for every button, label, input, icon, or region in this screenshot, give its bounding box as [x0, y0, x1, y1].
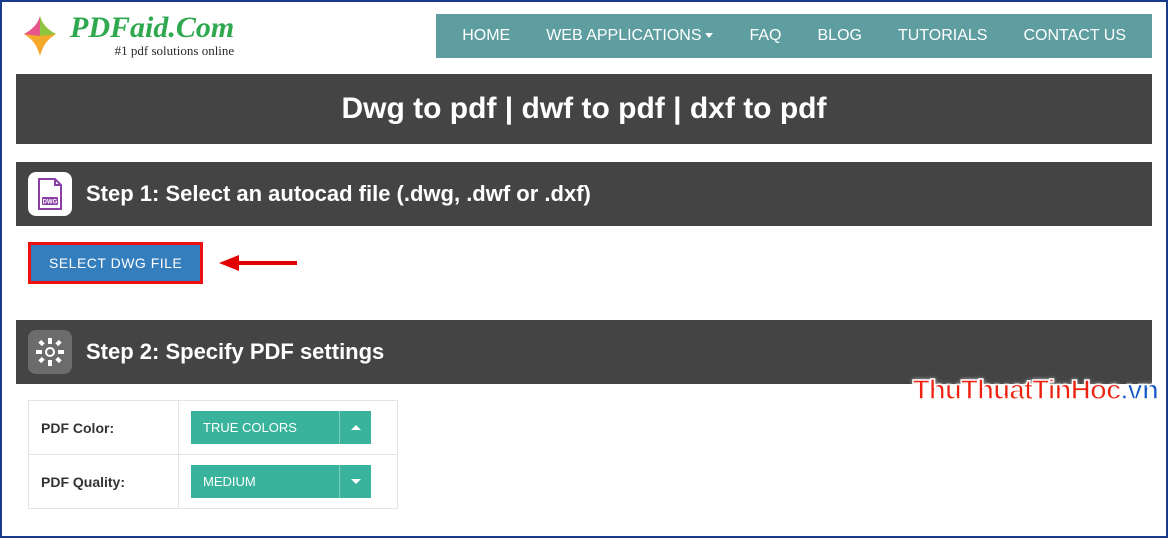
page-title: Dwg to pdf | dwf to pdf | dxf to pdf	[16, 74, 1152, 144]
nav-tutorials[interactable]: TUTORIALS	[880, 14, 1006, 58]
step1-heading: Step 1: Select an autocad file (.dwg, .d…	[86, 181, 591, 207]
select-dwg-button[interactable]: SELECT DWG FILE	[28, 242, 203, 284]
dwg-file-icon: DWG	[28, 172, 72, 216]
brand-name: PDFaid.Com	[70, 13, 234, 43]
leaf-icon	[16, 12, 64, 60]
settings-table: PDF Color: TRUE COLORS PDF Quality: MEDI…	[28, 400, 398, 509]
table-row: PDF Quality: MEDIUM	[29, 455, 398, 509]
table-row: PDF Color: TRUE COLORS	[29, 401, 398, 455]
pdf-quality-dropdown[interactable]: MEDIUM	[191, 465, 371, 498]
step2-panel: Step 2: Specify PDF settings PDF Color: …	[16, 320, 1152, 527]
pdf-color-label: PDF Color:	[29, 401, 179, 455]
step1-panel: DWG Step 1: Select an autocad file (.dwg…	[16, 162, 1152, 302]
svg-text:DWG: DWG	[43, 200, 58, 206]
annotation-arrow-icon	[219, 251, 299, 275]
nav-faq[interactable]: FAQ	[731, 14, 799, 58]
nav-webapps[interactable]: WEB APPLICATIONS	[528, 14, 731, 58]
chevron-down-icon	[705, 33, 713, 38]
step2-heading: Step 2: Specify PDF settings	[86, 339, 384, 365]
pdf-color-dropdown[interactable]: TRUE COLORS	[191, 411, 371, 444]
main-nav: HOME WEB APPLICATIONS FAQ BLOG TUTORIALS…	[436, 14, 1152, 58]
nav-contact[interactable]: CONTACT US	[1005, 14, 1144, 58]
site-logo[interactable]: PDFaid.Com #1 pdf solutions online	[16, 12, 316, 60]
brand-tagline: #1 pdf solutions online	[70, 43, 234, 59]
gear-icon	[28, 330, 72, 374]
chevron-up-icon	[339, 411, 371, 444]
nav-home[interactable]: HOME	[444, 14, 528, 58]
pdf-quality-label: PDF Quality:	[29, 455, 179, 509]
chevron-down-icon	[339, 465, 371, 498]
nav-blog[interactable]: BLOG	[800, 14, 880, 58]
